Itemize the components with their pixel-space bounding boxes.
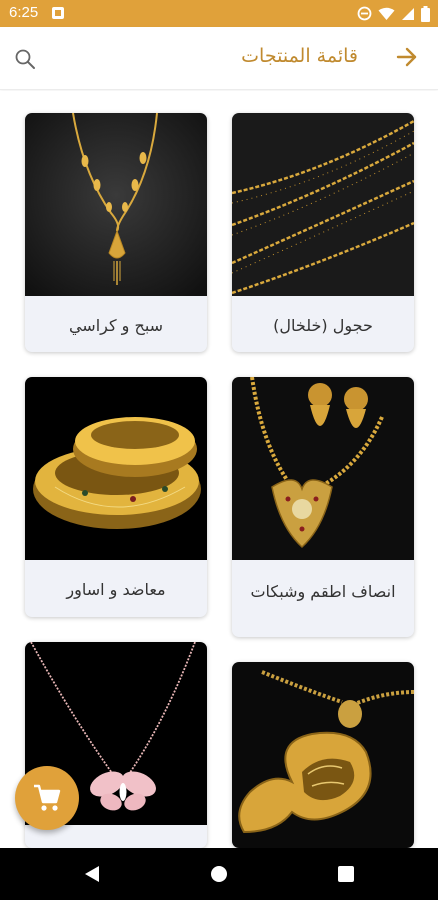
cart-button[interactable]: [15, 766, 79, 830]
home-icon[interactable]: [211, 866, 227, 882]
recents-icon[interactable]: [338, 866, 354, 882]
arrow-right-icon: [396, 47, 417, 67]
product-image: [232, 377, 414, 560]
battery-icon: [421, 5, 430, 22]
wifi-icon: [378, 7, 395, 20]
navigation-bar: [0, 848, 438, 900]
search-button[interactable]: [13, 47, 39, 73]
product-card[interactable]: انصاف اطقم وشبكات: [232, 377, 414, 637]
status-bar: 6:25: [0, 0, 438, 27]
cart-icon: [34, 784, 61, 811]
status-icons: [357, 5, 430, 22]
product-image: [25, 113, 207, 296]
product-label: حجول (خلخال): [273, 316, 373, 335]
product-label: انصاف اطقم وشبكات: [250, 582, 396, 601]
product-image: [25, 377, 207, 560]
product-card[interactable]: حجول (خلخال): [232, 113, 414, 352]
product-image: [232, 662, 414, 848]
back-button[interactable]: [395, 45, 419, 69]
product-label: معاضد و اساور: [66, 580, 166, 599]
product-image: [232, 113, 414, 296]
notification-icon: [52, 7, 64, 19]
page-title: قائمة المنتجات: [241, 45, 358, 67]
search-icon: [15, 49, 35, 69]
product-label: سبح و كراسي: [68, 316, 164, 335]
product-card[interactable]: سبح و كراسي: [25, 113, 207, 352]
do-not-disturb-icon: [357, 6, 372, 21]
status-time: 6:25: [9, 4, 39, 21]
product-card[interactable]: [232, 662, 414, 848]
product-grid: سبح و كراسي حجول (خلخال) معاضد و اساور ا…: [0, 91, 438, 848]
back-icon[interactable]: [84, 865, 100, 883]
app-bar: قائمة المنتجات: [0, 27, 438, 90]
signal-icon: [402, 7, 414, 20]
product-card[interactable]: معاضد و اساور: [25, 377, 207, 617]
